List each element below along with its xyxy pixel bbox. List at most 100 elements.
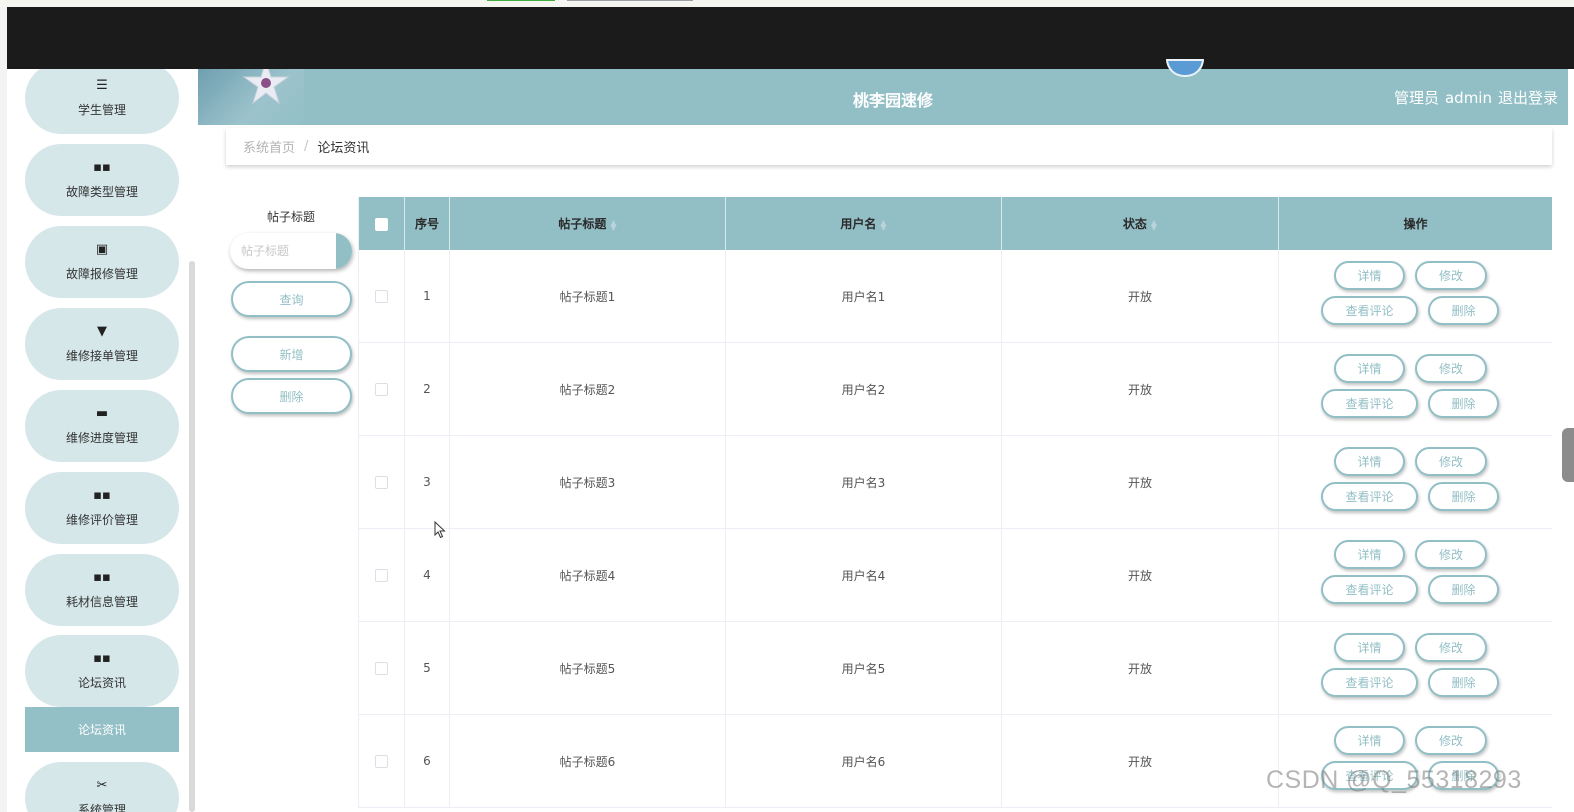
edit-button[interactable]: 修改 (1415, 354, 1487, 383)
add-button[interactable]: 新增 (231, 336, 352, 372)
sidebar-item-repair-progress-management[interactable]: ▬ 维修进度管理 (25, 390, 179, 462)
detail-button[interactable]: 详情 (1334, 540, 1405, 569)
view-comments-button[interactable]: 查看评论 (1321, 482, 1418, 511)
view-comments-button[interactable]: 查看评论 (1321, 575, 1418, 604)
view-comments-button[interactable]: 查看评论 (1321, 389, 1418, 418)
delete-button[interactable]: 删除 (1428, 296, 1499, 325)
column-header-title[interactable]: 帖子标题 ▲ ▼ (449, 197, 726, 250)
row-select-cell (358, 250, 405, 343)
sidebar-subitem-forum-active[interactable]: 论坛资讯 (25, 707, 179, 752)
row-checkbox[interactable] (375, 476, 388, 489)
detail-button[interactable]: 详情 (1334, 447, 1405, 476)
user-area: 管理员 admin 退出登录 (1388, 87, 1558, 108)
cell-actions: 详情 修改查看评论 删除 (1278, 528, 1552, 622)
sidebar-item-system-management[interactable]: ✂ 系统管理 (25, 762, 179, 812)
sort-icon[interactable]: ▲ ▼ (610, 218, 616, 231)
sidebar-item-fault-type-management[interactable]: ▪▪ 故障类型管理 (25, 144, 179, 216)
username: admin (1444, 89, 1492, 107)
cell-username: 用户名4 (725, 528, 1002, 622)
search-input[interactable] (230, 233, 336, 269)
table-row: 1 帖子标题1 用户名1 开放 详情 修改 查看评论 删除 (358, 250, 1552, 343)
delete-button[interactable]: 删除 (1428, 575, 1499, 604)
grid-icon: ▪▪ (93, 650, 111, 666)
view-comments-button[interactable]: 查看评论 (1321, 296, 1418, 325)
avatar-decoration (1166, 59, 1204, 77)
action-group: 详情 修改查看评论 删除 (1279, 343, 1552, 435)
query-button[interactable]: 查询 (231, 281, 352, 317)
select-all-header (358, 197, 405, 250)
row-checkbox[interactable] (375, 290, 388, 303)
sidebar-item-label: 论坛资讯 (77, 675, 126, 690)
action-group: 详情 修改查看评论 删除 (1279, 250, 1552, 342)
breadcrumb-current: 论坛资讯 (317, 141, 370, 156)
detail-button[interactable]: 详情 (1334, 261, 1405, 290)
row-checkbox[interactable] (375, 662, 388, 675)
clipboard-icon: ▣ (95, 241, 109, 257)
column-header-label: 帖子标题 (558, 217, 607, 231)
sort-icon[interactable]: ▲ ▼ (1151, 218, 1157, 231)
detail-button[interactable]: 详情 (1334, 354, 1405, 383)
row-select-cell (358, 528, 405, 622)
edit-button[interactable]: 修改 (1415, 633, 1487, 662)
column-header-username[interactable]: 用户名 ▲ ▼ (725, 197, 1002, 250)
row-select-cell (358, 435, 405, 529)
detail-button[interactable]: 详情 (1334, 726, 1405, 755)
edit-button[interactable]: 修改 (1415, 726, 1487, 755)
row-checkbox[interactable] (375, 755, 388, 768)
edit-button[interactable]: 修改 (1415, 261, 1487, 290)
cell-title: 帖子标题5 (449, 621, 726, 715)
cell-username: 用户名3 (725, 435, 1002, 529)
sidebar-item-label: 耗材信息管理 (65, 594, 138, 609)
table-header-row: 序号 帖子标题 ▲ ▼ 用户名 ▲ ▼ 状态 ▲ ▼ 操作 (358, 197, 1552, 250)
detail-button[interactable]: 详情 (1334, 633, 1405, 662)
sidebar-item-forum[interactable]: ▪▪ 论坛资讯 (25, 635, 179, 707)
window-left-edge (0, 7, 7, 812)
browser-tab[interactable] (567, 0, 693, 1)
top-dark-bar (7, 7, 1574, 69)
search-label: 帖子标题 (266, 210, 315, 224)
row-checkbox[interactable] (375, 569, 388, 582)
sidebar: ☰ 学生管理 ▪▪ 故障类型管理 ▣ 故障报修管理 ▼ 维修接单管理 ▬ 维修进… (7, 69, 198, 812)
cell-status: 开放 (1001, 621, 1279, 715)
delete-button[interactable]: 删除 (1428, 389, 1499, 418)
watermark: CSDN @Q_55318293 (1266, 766, 1522, 794)
sidebar-item-label: 维修接单管理 (65, 348, 138, 363)
row-checkbox[interactable] (375, 383, 388, 396)
edit-button[interactable]: 修改 (1415, 540, 1487, 569)
sidebar-item-fault-report-management[interactable]: ▣ 故障报修管理 (25, 226, 179, 298)
cell-status: 开放 (1001, 714, 1279, 808)
logout-link[interactable]: 退出登录 (1498, 89, 1558, 107)
app-root: ☰ 学生管理 ▪▪ 故障类型管理 ▣ 故障报修管理 ▼ 维修接单管理 ▬ 维修进… (0, 0, 1574, 812)
cell-actions: 详情 修改查看评论 删除 (1278, 621, 1552, 715)
column-header-status[interactable]: 状态 ▲ ▼ (1001, 197, 1279, 250)
sidebar-scrollbar[interactable] (189, 261, 195, 812)
edit-button[interactable]: 修改 (1415, 447, 1487, 476)
cell-no: 1 (404, 250, 450, 343)
browser-tab-active[interactable] (487, 0, 555, 1)
cell-status: 开放 (1001, 528, 1279, 622)
breadcrumb-home-link[interactable]: 系统首页 (243, 137, 295, 156)
sort-icon[interactable]: ▲ ▼ (880, 218, 886, 231)
view-comments-button[interactable]: 查看评论 (1321, 668, 1418, 697)
batch-delete-button[interactable]: 删除 (231, 378, 352, 414)
sidebar-item-consumables-management[interactable]: ▪▪ 耗材信息管理 (25, 554, 179, 626)
breadcrumb: 系统首页 / 论坛资讯 (226, 128, 1552, 165)
sidebar-item-repair-order-management[interactable]: ▼ 维修接单管理 (25, 308, 179, 380)
sidebar-item-student-management[interactable]: ☰ 学生管理 (25, 69, 179, 134)
cell-title: 帖子标题1 (449, 250, 726, 343)
column-header-label: 状态 (1122, 217, 1147, 231)
cell-username: 用户名1 (725, 250, 1002, 343)
search-panel: 帖子标题 查询 新增 删除 (226, 196, 356, 436)
browser-tab-strip (0, 0, 1574, 7)
sidebar-item-label: 故障类型管理 (65, 184, 138, 199)
sidebar-item-label: 学生管理 (77, 102, 126, 117)
briefcase-icon: ▬ (95, 405, 109, 421)
header-bar: 桃李园速修 管理员 admin 退出登录 (198, 59, 1568, 125)
app-title: 桃李园速修 (852, 91, 933, 110)
delete-button[interactable]: 删除 (1428, 668, 1499, 697)
delete-button[interactable]: 删除 (1428, 482, 1499, 511)
select-all-checkbox[interactable] (375, 217, 388, 231)
page-scroll-handle[interactable] (1562, 428, 1574, 482)
column-header-label: 操作 (1403, 217, 1428, 231)
sidebar-item-repair-review-management[interactable]: ▪▪ 维修评价管理 (25, 472, 179, 544)
